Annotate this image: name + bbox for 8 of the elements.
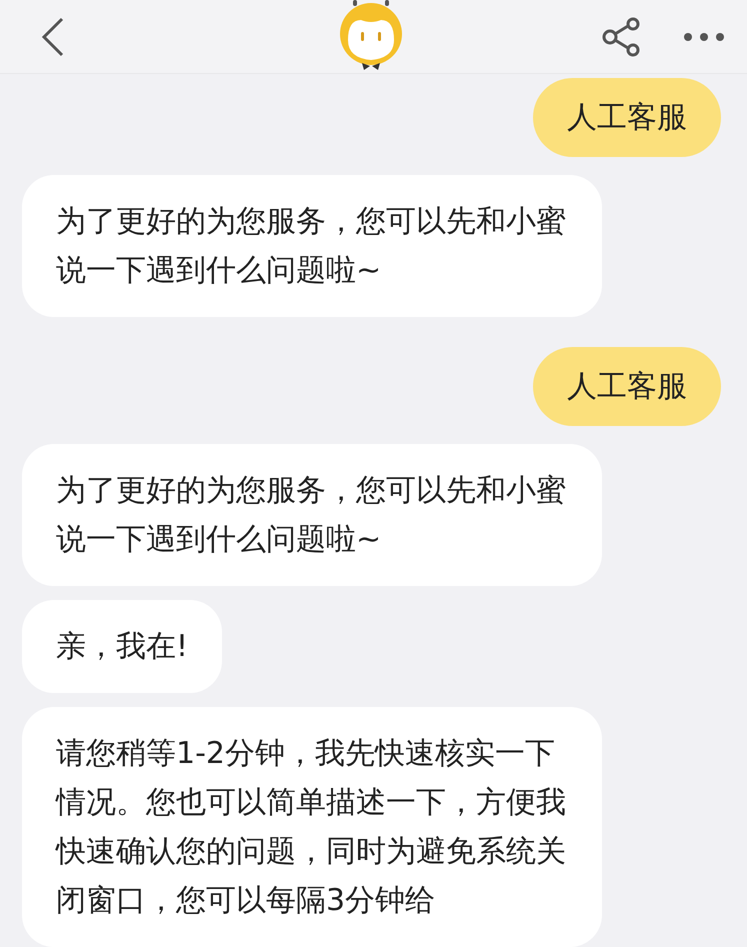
bot-message: 请您稍等1-2分钟，我先快速核实一下情况。您也可以简单描述一下，方便我快速确认您的问题，同时为避免系统关闭窗口，您可以每隔3分钟给: [22, 707, 602, 947]
more-button[interactable]: [683, 30, 725, 42]
bot-message: 亲，我在!: [22, 600, 222, 693]
bot-message: 为了更好的为您服务，您可以先和小蜜说一下遇到什么问题啦~: [22, 444, 602, 586]
user-message: 人工客服: [533, 78, 721, 157]
bot-message: 为了更好的为您服务，您可以先和小蜜说一下遇到什么问题啦~: [22, 175, 602, 317]
back-button[interactable]: [40, 16, 66, 58]
user-message: 人工客服: [533, 347, 721, 426]
